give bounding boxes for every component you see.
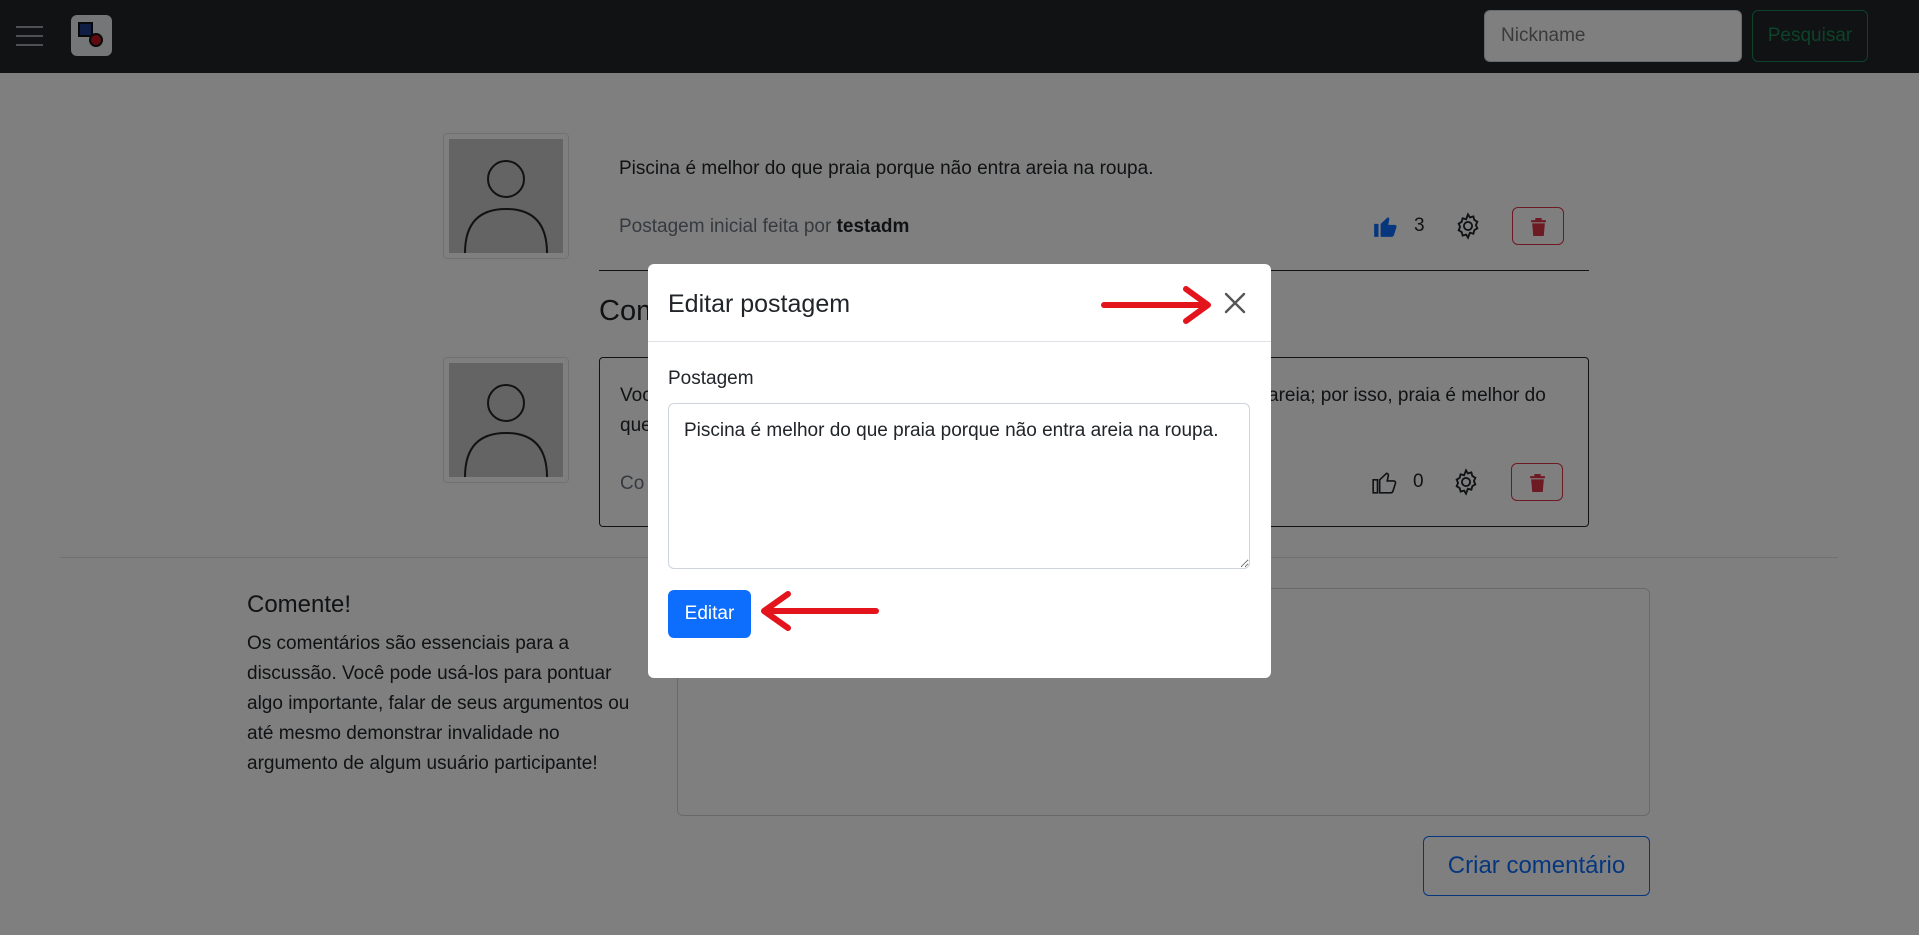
annotation-arrow-right: [1101, 286, 1211, 324]
post-edit-textarea[interactable]: Piscina é melhor do que praia porque não…: [668, 403, 1250, 569]
close-icon: [1224, 292, 1246, 314]
edit-submit-button[interactable]: Editar: [668, 590, 751, 638]
edit-post-modal: Editar postagem Postagem Piscina é melho…: [648, 264, 1271, 678]
modal-title: Editar postagem: [668, 290, 851, 318]
post-field-label: Postagem: [668, 368, 754, 389]
annotation-arrow-left: [761, 591, 879, 631]
modal-close-button[interactable]: [1220, 288, 1250, 318]
